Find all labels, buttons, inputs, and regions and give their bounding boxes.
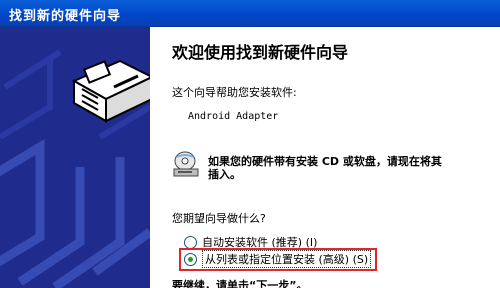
title-bar[interactable]: 找到新的硬件向导 bbox=[0, 0, 500, 27]
device-name: Android Adapter bbox=[188, 111, 279, 122]
manual-install-radio[interactable] bbox=[184, 252, 197, 266]
wizard-window: 找到新的硬件向导 欢迎使用找到新硬件向导 这个向导帮助您安装软件: Androi… bbox=[0, 0, 500, 288]
question-text: 您期望向导做什么? bbox=[172, 212, 266, 225]
wizard-side-panel bbox=[0, 27, 150, 288]
manual-install-label: 从列表或指定位置安装 (高级) (S) bbox=[202, 250, 372, 268]
cd-prompt-text: 如果您的硬件带有安装 CD 或软盘，请现在将其插入。 bbox=[208, 155, 442, 181]
manual-install-option[interactable]: 从列表或指定位置安装 (高级) (S) bbox=[184, 250, 372, 268]
window-title: 找到新的硬件向导 bbox=[9, 9, 122, 24]
hardware-wizard-icon bbox=[71, 59, 150, 123]
continue-instruction: 要继续，请单击“下一步”。 bbox=[172, 279, 308, 288]
wizard-content: 欢迎使用找到新硬件向导 这个向导帮助您安装软件: Android Adapter… bbox=[150, 27, 500, 288]
auto-install-radio[interactable] bbox=[184, 235, 197, 249]
cd-drive-icon bbox=[173, 151, 199, 177]
intro-text: 这个向导帮助您安装软件: bbox=[172, 86, 297, 99]
page-title: 欢迎使用找到新硬件向导 bbox=[172, 43, 349, 62]
